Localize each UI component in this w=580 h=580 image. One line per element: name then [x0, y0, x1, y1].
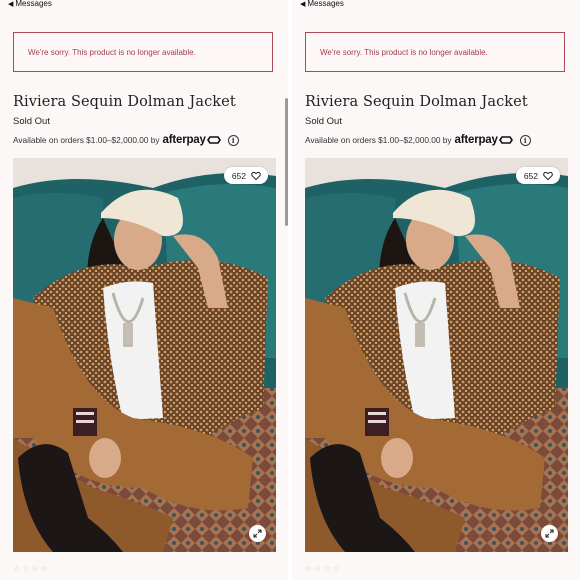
- afterpay-logo: afterpay: [162, 134, 206, 146]
- product-panel-right: ◀ Messages We're sorry. This product is n…: [292, 0, 580, 580]
- back-link[interactable]: Messages: [307, 0, 343, 8]
- expand-button[interactable]: [541, 525, 558, 542]
- heart-icon: [251, 171, 261, 180]
- expand-icon: [253, 529, 262, 538]
- sold-out-label: Sold Out: [305, 116, 342, 127]
- status-bar: ◀ Messages: [292, 0, 580, 9]
- unavailable-alert: We're sorry. This product is no longer a…: [13, 32, 273, 72]
- info-icon[interactable]: i: [519, 134, 531, 146]
- unavailable-alert: We're sorry. This product is no longer a…: [305, 32, 565, 72]
- product-photo[interactable]: 652: [13, 158, 276, 552]
- like-button[interactable]: 652: [515, 167, 560, 184]
- status-bar: ◀ Messages: [0, 0, 288, 9]
- product-title: Riviera Sequin Dolman Jacket: [13, 94, 236, 110]
- back-arrow-icon[interactable]: ◀: [300, 1, 305, 8]
- alert-message: We're sorry. This product is no longer a…: [28, 47, 196, 57]
- afterpay-mark-icon: [206, 136, 221, 144]
- alert-message: We're sorry. This product is no longer a…: [320, 47, 488, 57]
- afterpay-text: Available on orders $1.00–$2,000.00 by: [305, 135, 452, 145]
- rating-stars: ☆☆☆☆: [13, 564, 50, 573]
- back-link[interactable]: Messages: [15, 0, 51, 8]
- afterpay-logo: afterpay: [454, 134, 498, 146]
- like-count: 652: [523, 170, 538, 181]
- info-icon[interactable]: i: [227, 134, 239, 146]
- product-image: [305, 158, 568, 552]
- afterpay-text: Available on orders $1.00–$2,000.00 by: [13, 135, 160, 145]
- afterpay-info: Available on orders $1.00–$2,000.00 by a…: [305, 134, 531, 146]
- expand-icon: [545, 529, 554, 538]
- afterpay-info: Available on orders $1.00–$2,000.00 by a…: [13, 134, 239, 146]
- product-photo[interactable]: 652: [305, 158, 568, 552]
- back-arrow-icon[interactable]: ◀: [8, 1, 13, 8]
- product-image: [13, 158, 276, 552]
- like-count: 652: [231, 170, 246, 181]
- expand-button[interactable]: [249, 525, 266, 542]
- heart-icon: [543, 171, 553, 180]
- sold-out-label: Sold Out: [13, 116, 50, 127]
- product-title: Riviera Sequin Dolman Jacket: [305, 94, 528, 110]
- afterpay-mark-icon: [498, 136, 513, 144]
- product-panel-left: ◀ Messages We're sorry. This product is n…: [0, 0, 288, 580]
- rating-stars: ☆☆☆☆: [305, 564, 342, 573]
- like-button[interactable]: 652: [223, 167, 268, 184]
